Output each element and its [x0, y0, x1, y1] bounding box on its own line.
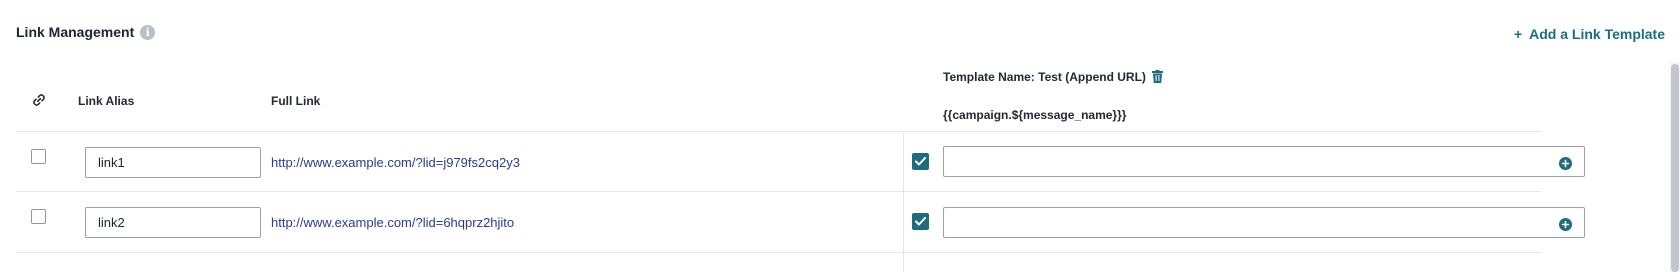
row-divider — [16, 191, 1541, 192]
full-link[interactable]: http://www.example.com/?lid=6hqprz2hjito — [271, 215, 514, 230]
link-management-panel: Link Management i + Add a Link Template … — [0, 0, 1680, 272]
column-header-alias: Link Alias — [78, 94, 135, 108]
alias-input[interactable] — [85, 207, 261, 238]
template-value-input[interactable] — [944, 147, 1544, 176]
full-link[interactable]: http://www.example.com/?lid=j979fs2cq2y3 — [271, 155, 520, 170]
template-value-input[interactable] — [944, 208, 1544, 237]
template-value-field[interactable] — [943, 207, 1585, 238]
checkmark-icon — [915, 217, 926, 226]
add-circle-icon[interactable] — [1559, 157, 1572, 170]
header-divider — [16, 131, 1541, 132]
template-param: {{campaign.${message_name}}} — [943, 108, 1127, 122]
row-select-checkbox[interactable] — [31, 149, 46, 164]
template-enabled-checkbox[interactable] — [912, 213, 929, 230]
plus-icon: + — [1513, 26, 1523, 42]
template-name-label: Template Name: Test (Append URL) — [943, 70, 1146, 84]
column-header-full-link: Full Link — [271, 94, 321, 108]
scrollbar-thumb[interactable] — [1671, 64, 1679, 272]
link-icon — [33, 94, 45, 106]
template-name-header: Template Name: Test (Append URL) — [943, 70, 1163, 84]
section-title: Link Management i — [16, 24, 156, 40]
template-enabled-checkbox[interactable] — [912, 153, 929, 170]
alias-input[interactable] — [85, 147, 261, 178]
add-link-template-button[interactable]: + Add a Link Template — [1514, 26, 1665, 42]
info-icon[interactable]: i — [140, 24, 156, 40]
section-title-text: Link Management — [16, 24, 135, 40]
template-column-divider — [903, 132, 904, 272]
trash-icon[interactable] — [1151, 70, 1163, 83]
row-select-checkbox[interactable] — [31, 209, 46, 224]
row-divider — [16, 252, 1541, 253]
add-circle-icon[interactable] — [1559, 218, 1572, 231]
checkmark-icon — [915, 157, 926, 166]
add-link-template-label: Add a Link Template — [1529, 26, 1665, 42]
template-value-field[interactable] — [943, 146, 1585, 177]
links-table: Link Alias Full Link Template Name: Test… — [16, 60, 1666, 272]
